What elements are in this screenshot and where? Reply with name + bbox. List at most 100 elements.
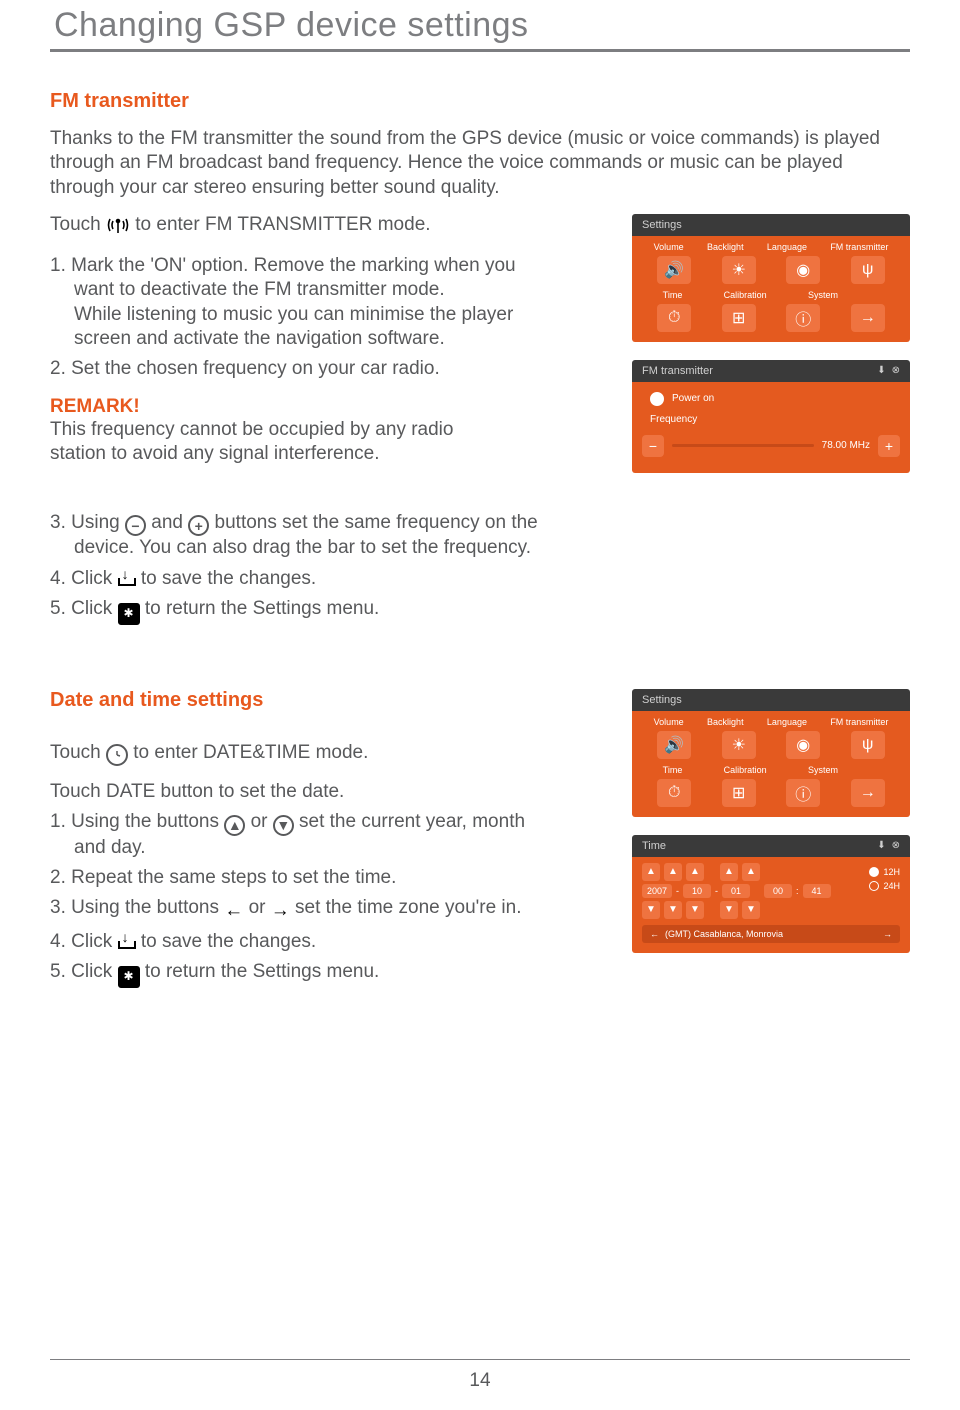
- dt-touch-line: Touch to enter DATE&TIME mode.: [50, 742, 610, 766]
- slider-track: [672, 444, 814, 447]
- label: FM transmitter: [830, 717, 888, 727]
- radio-24h: [869, 881, 879, 891]
- power-radio: [650, 392, 664, 406]
- down-triangle-icon: ▼: [273, 815, 294, 836]
- label: Language: [767, 717, 807, 727]
- label: Backlight: [707, 242, 744, 252]
- settings-mock: Settings Volume Backlight Language FM tr…: [632, 214, 910, 342]
- fm-icon: ψ: [851, 731, 885, 759]
- text: to save the changes.: [141, 931, 316, 952]
- page-title: Changing GSP device settings: [54, 6, 910, 45]
- day-val: 01: [722, 884, 750, 898]
- mock-title: Settings: [642, 694, 682, 706]
- fm-intro: Thanks to the FM transmitter the sound f…: [50, 127, 900, 200]
- dt-step2: 2. Repeat the same steps to set the time…: [50, 866, 610, 890]
- text: 5. Click: [50, 598, 118, 619]
- page-number: 14: [0, 1370, 960, 1392]
- text: and day.: [50, 837, 145, 858]
- text: 1. Mark the 'ON' option. Remove the mark…: [50, 255, 516, 276]
- save-icon: [118, 935, 136, 949]
- up-btn: ▲: [720, 863, 738, 881]
- text: Touch: [50, 214, 101, 235]
- next-icon: →: [851, 304, 885, 332]
- hour-val: 00: [764, 884, 792, 898]
- label: FM transmitter: [830, 242, 888, 252]
- fm-step4: 4. Click to save the changes.: [50, 567, 910, 591]
- dt-right-col: Settings Volume Backlight Language FM tr…: [632, 689, 910, 994]
- time-icon: ⏱: [657, 779, 691, 807]
- close-square-icon: ✱: [118, 603, 140, 625]
- text: to enter FM TRANSMITTER mode.: [135, 214, 430, 235]
- label: Time: [663, 765, 683, 775]
- fm-step5: 5. Click ✱ to return the Settings menu.: [50, 597, 910, 625]
- month-val: 10: [683, 884, 711, 898]
- plus-circle-icon: +: [188, 515, 209, 536]
- up-btn: ▲: [742, 863, 760, 881]
- freq-value: 78.00 MHz: [822, 440, 870, 451]
- backlight-icon: ☀: [722, 731, 756, 759]
- up-btn: ▲: [686, 863, 704, 881]
- remark-heading: REMARK!: [50, 396, 610, 418]
- remark-body: This frequency cannot be occupied by any…: [50, 418, 610, 467]
- text: want to deactivate the FM transmitter mo…: [50, 279, 445, 300]
- volume-icon: 🔊: [657, 731, 691, 759]
- mock-header-icons: ⬇⊗: [877, 365, 900, 376]
- text: to return the Settings menu.: [145, 961, 379, 982]
- label: 24H: [883, 881, 900, 891]
- tz-label: (GMT) Casablanca, Monrovia: [665, 929, 877, 939]
- language-icon: ◉: [786, 731, 820, 759]
- text: to enter DATE&TIME mode.: [133, 742, 368, 763]
- label: Calibration: [724, 765, 767, 775]
- down-btn: ▼: [686, 901, 704, 919]
- fm-step2: 2. Set the chosen frequency on your car …: [50, 357, 610, 381]
- text: set the time zone you're in.: [295, 897, 521, 918]
- down-btn: ▼: [742, 901, 760, 919]
- mock-header-icons: ⬇⊗: [877, 840, 900, 851]
- fm-step1: 1. Mark the 'ON' option. Remove the mark…: [50, 254, 610, 351]
- mock-title: Time: [642, 840, 666, 852]
- language-icon: ◉: [786, 256, 820, 284]
- text: station to avoid any signal interference…: [50, 443, 380, 464]
- up-triangle-icon: ▲: [224, 815, 245, 836]
- dt-date-line: Touch DATE button to set the date.: [50, 780, 610, 804]
- time-mock: Time ⬇⊗ ▲ ▲ ▲ ▲: [632, 835, 910, 953]
- text: While listening to music you can minimis…: [50, 304, 513, 325]
- antenna-icon: [106, 216, 130, 240]
- down-btn: ▼: [720, 901, 738, 919]
- fm-heading: FM transmitter: [50, 90, 910, 113]
- plus-btn: +: [878, 435, 900, 457]
- text: buttons set the same frequency on the: [215, 512, 538, 533]
- dt-step4: 4. Click to save the changes.: [50, 930, 610, 954]
- backlight-icon: ☀: [722, 256, 756, 284]
- fm-left-col: Touch to enter FM TRANSMITTER mode. 1. M…: [50, 214, 610, 491]
- label: Time: [663, 290, 683, 300]
- label: Frequency: [650, 414, 697, 425]
- title-rule: [50, 49, 910, 52]
- fm-mock: FM transmitter ⬇⊗ Power on Frequency − 7…: [632, 360, 910, 473]
- radio-12h: [869, 867, 879, 877]
- minus-btn: −: [642, 435, 664, 457]
- label: Volume: [654, 242, 684, 252]
- label: System: [808, 290, 838, 300]
- manual-page: Changing GSP device settings FM transmit…: [0, 6, 960, 1410]
- system-icon: ⓘ: [786, 304, 820, 332]
- fm-right-col: Settings Volume Backlight Language FM tr…: [632, 214, 910, 491]
- text: device. You can also drag the bar to set…: [50, 537, 531, 558]
- calibration-icon: ⊞: [722, 779, 756, 807]
- close-square-icon: ✱: [118, 966, 140, 988]
- next-icon: →: [851, 779, 885, 807]
- label: Volume: [654, 717, 684, 727]
- dt-step1: 1. Using the buttons ▲ or ▼ set the curr…: [50, 810, 610, 860]
- footer-rule: [50, 1359, 910, 1360]
- text: to save the changes.: [141, 568, 316, 589]
- label: Backlight: [707, 717, 744, 727]
- left-arrow-icon: ←: [224, 899, 243, 923]
- label: Calibration: [724, 290, 767, 300]
- text: and: [151, 512, 188, 533]
- dt-step5: 5. Click ✱ to return the Settings menu.: [50, 960, 610, 988]
- text: 4. Click: [50, 568, 118, 589]
- label: System: [808, 765, 838, 775]
- fm-touch-line: Touch to enter FM TRANSMITTER mode.: [50, 214, 610, 240]
- volume-icon: 🔊: [657, 256, 691, 284]
- label: 12H: [883, 867, 900, 877]
